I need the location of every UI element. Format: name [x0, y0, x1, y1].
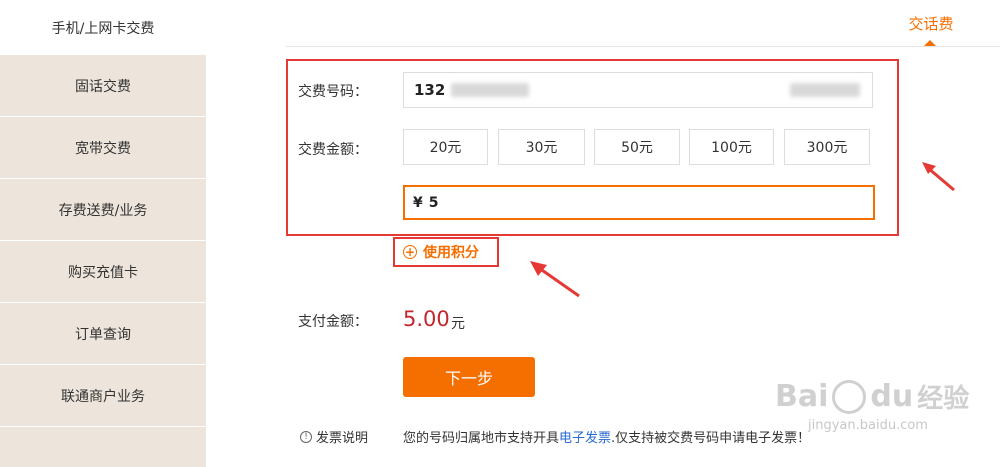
amount-option-30[interactable]: 30元 — [498, 129, 585, 165]
pay-amount-value: 5.00 — [403, 307, 450, 331]
amount-label: 交费金额： — [298, 142, 368, 158]
phone-input[interactable]: 132 — [403, 72, 873, 108]
watermark-brand: Bai — [775, 379, 829, 414]
invoice-note-label: 发票说明 — [316, 431, 369, 446]
use-points-label: 使用积分 — [423, 245, 479, 261]
currency-symbol: ¥ — [413, 194, 423, 211]
annotation-arrow-icon — [922, 162, 955, 192]
sidebar: 固话交费 宽带交费 存费送费/业务 购买充值卡 订单查询 联通商户业务 — [0, 55, 206, 467]
pay-amount-label: 支付金额： — [298, 314, 368, 330]
watermark-brand2: du — [870, 379, 914, 414]
paw-icon — [832, 379, 867, 414]
tab-caret-icon — [924, 40, 936, 46]
invoice-note: ! 发票说明 — [300, 427, 368, 446]
e-invoice-link[interactable]: 电子发票 — [559, 431, 611, 446]
invoice-text: 您的号码归属地市支持开具电子发票.仅支持被交费号码申请电子发票！ — [403, 427, 810, 446]
sidebar-item-buy-card[interactable]: 购买充值卡 — [0, 241, 206, 303]
info-icon: ! — [300, 430, 312, 443]
sidebar-item-broadband[interactable]: 宽带交费 — [0, 117, 206, 179]
baidu-watermark: Bai du 经验 — [775, 378, 969, 415]
sidebar-item-landline[interactable]: 固话交费 — [0, 55, 206, 117]
blurred-digits-icon — [451, 83, 530, 97]
amount-option-20[interactable]: 20元 — [403, 129, 488, 165]
phone-value: 132 — [414, 81, 446, 99]
amount-option-300[interactable]: 300元 — [784, 129, 870, 165]
amount-option-100[interactable]: 100元 — [689, 129, 774, 165]
blurred-digits-icon — [790, 83, 860, 97]
plus-circle-icon: + — [403, 245, 417, 259]
sidebar-item-merchant[interactable]: 联通商户业务 — [0, 365, 206, 427]
annotation-arrow-icon — [530, 261, 580, 298]
sidebar-item-deposit-bonus[interactable]: 存费送费/业务 — [0, 179, 206, 241]
pay-amount-unit: 元 — [451, 316, 465, 332]
sidebar-title[interactable]: 手机/上网卡交费 — [0, 0, 206, 55]
invoice-text-before: 您的号码归属地市支持开具 — [403, 431, 560, 446]
watermark-cn: 经验 — [917, 384, 970, 414]
next-step-button[interactable]: 下一步 — [403, 357, 535, 397]
custom-amount-input[interactable]: ¥ 5 — [403, 185, 875, 220]
amount-option-50[interactable]: 50元 — [594, 129, 680, 165]
phone-label: 交费号码： — [298, 84, 368, 100]
use-points-link[interactable]: + 使用积分 — [403, 242, 479, 262]
watermark-url: jingyan.baidu.com — [808, 418, 928, 433]
tab-bar: 交话费 — [286, 0, 1000, 47]
custom-amount-value: 5 — [428, 194, 439, 211]
invoice-text-after: .仅支持被交费号码申请电子发票！ — [611, 431, 811, 446]
sidebar-item-orders[interactable]: 订单查询 — [0, 303, 206, 365]
